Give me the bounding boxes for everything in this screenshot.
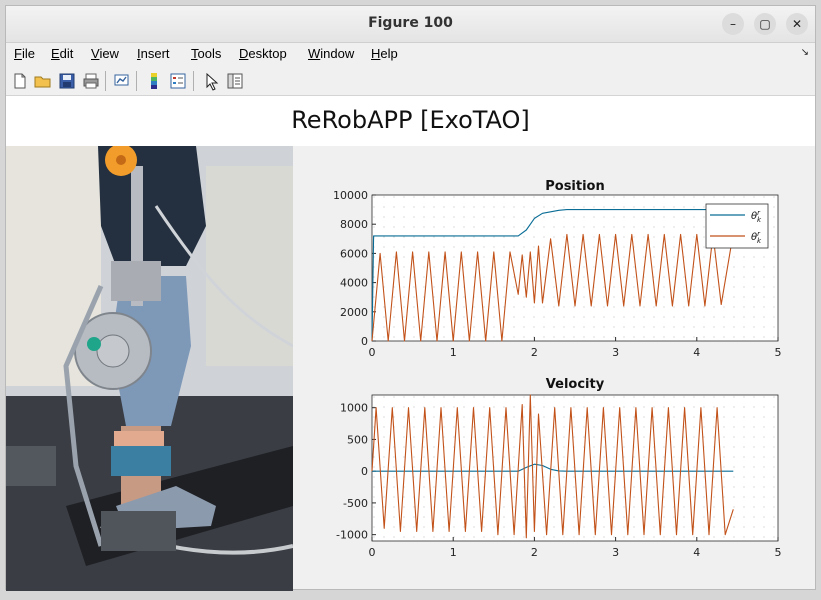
x-tick-label: 3 — [612, 346, 619, 359]
figure-window: Figure 100 – ▢ ✕ File Edit View Insert T… — [5, 5, 816, 591]
toolbar-separator — [136, 71, 137, 91]
maximize-button[interactable]: ▢ — [754, 13, 776, 35]
y-tick-label: 500 — [347, 433, 368, 446]
y-tick-label: -1000 — [336, 529, 368, 542]
x-tick-label: 0 — [369, 546, 376, 559]
link-plot-icon[interactable] — [112, 71, 132, 91]
x-tick-label: 4 — [693, 346, 700, 359]
x-tick-label: 5 — [775, 346, 782, 359]
x-tick-label: 5 — [775, 546, 782, 559]
x-tick-label: 4 — [693, 546, 700, 559]
position-title: Position — [545, 179, 605, 194]
toolbar-separator — [193, 71, 194, 91]
menu-help[interactable]: Help — [371, 46, 398, 61]
toolbar — [6, 67, 815, 96]
y-tick-label: 0 — [361, 465, 368, 478]
velocity-axes[interactable]: Velocity 0 1 2 3 4 5 -1000 -500 0 500 1000 — [336, 377, 781, 559]
x-tick-label: 1 — [450, 546, 457, 559]
velocity-title: Velocity — [546, 377, 605, 392]
print-icon[interactable] — [81, 71, 101, 91]
title-bar[interactable]: Figure 100 – ▢ ✕ — [6, 6, 815, 43]
legend[interactable]: θr k θr k — [705, 203, 769, 249]
header-band: ReRobAPP [ExoTAO] — [6, 96, 815, 146]
toolbar-separator — [105, 71, 106, 91]
figure-canvas: ReRobAPP [ExoTAO] Position 0 1 2 3 4 5 0… — [6, 96, 815, 591]
pointer-icon[interactable] — [202, 71, 222, 91]
dock-arrow-icon[interactable]: ↘ — [801, 47, 809, 58]
menu-desktop[interactable]: Desktop — [239, 46, 287, 61]
exoskeleton-photo — [6, 146, 293, 591]
window-title: Figure 100 — [368, 15, 453, 31]
app-title: ReRobAPP [ExoTAO] — [291, 106, 530, 134]
save-icon[interactable] — [57, 71, 77, 91]
y-tick-label: 8000 — [340, 218, 368, 231]
y-tick-label: 1000 — [340, 402, 368, 415]
property-editor-icon[interactable] — [225, 71, 245, 91]
x-tick-label: 1 — [450, 346, 457, 359]
x-tick-label: 3 — [612, 546, 619, 559]
new-figure-icon[interactable] — [10, 71, 30, 91]
y-tick-label: 6000 — [340, 247, 368, 260]
menu-insert[interactable]: Insert — [137, 46, 170, 61]
menu-edit[interactable]: Edit — [51, 46, 73, 61]
minimize-button[interactable]: – — [722, 13, 744, 35]
x-tick-label: 2 — [531, 346, 538, 359]
menu-window[interactable]: Window — [308, 46, 354, 61]
x-tick-label: 0 — [369, 346, 376, 359]
menu-file[interactable]: File — [14, 46, 35, 61]
legend-icon[interactable] — [168, 71, 188, 91]
menu-tools[interactable]: Tools — [191, 46, 221, 61]
open-folder-icon[interactable] — [33, 71, 53, 91]
menu-view[interactable]: View — [91, 46, 119, 61]
y-tick-label: 10000 — [333, 189, 368, 202]
colorbar-icon[interactable] — [144, 71, 164, 91]
y-tick-label: 2000 — [340, 306, 368, 319]
position-axes[interactable]: Position 0 1 2 3 4 5 0 2000 4000 6000 8000 10000 θr… — [333, 179, 782, 359]
x-tick-label: 2 — [531, 546, 538, 559]
close-button[interactable]: ✕ — [786, 13, 808, 35]
plots-panel: Position 0 1 2 3 4 50200040006000800010000 θr… — [333, 179, 782, 559]
y-tick-label: 4000 — [340, 277, 368, 290]
y-tick-label: 0 — [361, 335, 368, 348]
menu-bar: File Edit View Insert Tools Desktop Wind… — [6, 43, 815, 65]
y-tick-label: -500 — [343, 497, 368, 510]
